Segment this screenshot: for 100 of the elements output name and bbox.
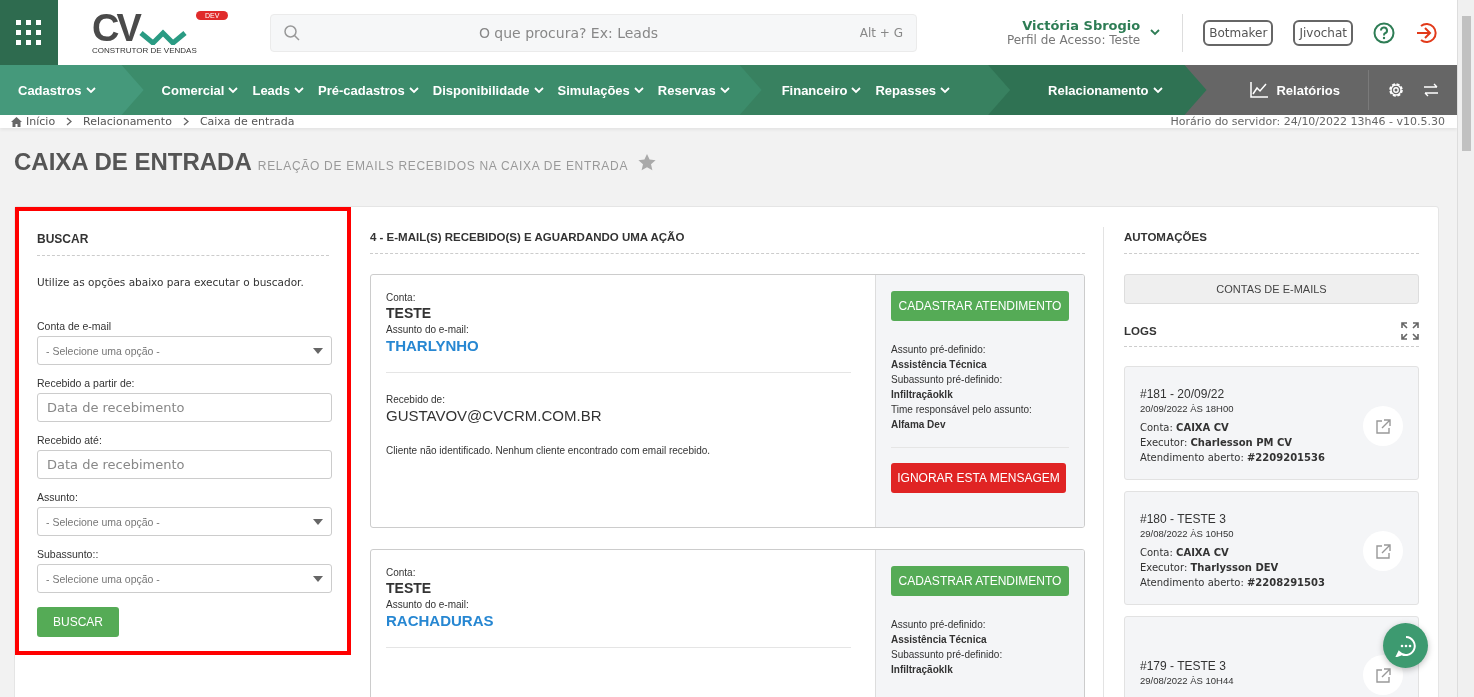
section-title: AUTOMAÇÕES	[1124, 227, 1419, 254]
logout-icon[interactable]	[1415, 21, 1437, 44]
field-label: Recebido a partir de:	[37, 377, 136, 389]
field-label: Recebido de:	[386, 393, 446, 406]
nav-menu-item[interactable]: Simulações	[557, 82, 644, 98]
reports-link[interactable]: Relatórios	[1250, 82, 1368, 98]
external-link-icon	[1375, 543, 1391, 559]
log-detail: Executor: Tharlysson DEV	[1140, 561, 1280, 575]
account-name: TESTE	[386, 304, 433, 323]
menu-grid-icon[interactable]	[16, 19, 42, 46]
chevron-right-icon	[182, 117, 189, 126]
log-date: 29/08/2022 ÀS 10H44	[1140, 673, 1235, 687]
detail-value: Assistência Técnica	[891, 633, 988, 647]
caret-icon	[313, 575, 323, 582]
nav-menu-item[interactable]: Leads	[252, 82, 305, 98]
detail-label: Subassunto pré-definido:	[891, 373, 1004, 387]
date-field[interactable]: Data de recebimento	[37, 450, 332, 479]
chat-service-button[interactable]: Botmaker	[1203, 19, 1274, 46]
home-icon	[11, 116, 22, 127]
nav-menu-item[interactable]: Pré-cadastros	[318, 82, 419, 98]
breadcrumb-link[interactable]: Início	[11, 115, 56, 128]
field-label: Recebido até:	[37, 434, 103, 446]
user-name: Victória Sbrogio	[1022, 18, 1141, 33]
nav-menu-item[interactable]: Disponibilidade	[432, 82, 544, 98]
nav-menu-item[interactable]: Repasses	[875, 82, 951, 98]
email-accounts-button[interactable]: CONTAS DE E-MAILS	[1124, 274, 1419, 304]
field-label: Assunto:	[37, 491, 79, 503]
register-button[interactable]: CADASTRAR ATENDIMENTO	[891, 566, 1069, 596]
field-label: Conta de e-mail	[37, 320, 113, 332]
log-detail: Conta: CAIXA CV	[1140, 546, 1230, 560]
chevron-down-icon	[1150, 29, 1161, 36]
ignore-button[interactable]: IGNORAR ESTA MENSAGEM	[891, 463, 1066, 493]
scrollbar[interactable]	[1457, 0, 1474, 697]
nav-menu-item[interactable]: Reservas	[657, 82, 730, 98]
log-detail: Conta: CAIXA CV	[1140, 421, 1230, 435]
nav-menu-item[interactable]: Cadastros	[18, 82, 96, 98]
breadcrumb-link[interactable]: Caixa de entrada	[199, 115, 295, 128]
server-time: Horário do servidor: 24/10/2022 13h46 - v10.5.30	[1170, 115, 1445, 128]
date-field[interactable]: Data de recebimento	[37, 393, 332, 422]
user-profile: Perfil de Acesso: Teste	[1006, 33, 1141, 47]
swap-arrows-icon[interactable]	[1423, 83, 1439, 97]
log-title: #181 - 20/09/22	[1140, 387, 1226, 402]
detail-label: Assunto pré-definido:	[891, 343, 987, 357]
email-subject: RACHADURAS	[386, 611, 495, 630]
page-title: CAIXA DE ENTRADA	[14, 148, 252, 176]
chevron-down-icon	[294, 86, 305, 94]
chevron-right-icon	[66, 117, 73, 126]
chevron-down-icon	[408, 86, 419, 94]
chevron-down-icon	[633, 86, 644, 94]
open-log-button[interactable]	[1363, 655, 1403, 695]
search-button[interactable]: BUSCAR	[37, 607, 119, 637]
nav-menu-item[interactable]: Financeiro	[781, 82, 862, 98]
search-icon	[284, 24, 300, 41]
logo-text: CV	[92, 10, 139, 45]
field-label: Conta:	[386, 566, 417, 579]
breadcrumb-link[interactable]: Relacionamento	[83, 115, 172, 128]
expand-icon[interactable]	[1401, 322, 1419, 340]
chart-line-icon	[1250, 82, 1269, 98]
detail-value: Alfama Dev	[891, 418, 947, 432]
chevron-down-icon	[940, 86, 951, 94]
log-detail: Atendimento aberto: #2209201536	[1140, 451, 1326, 465]
chat-service-button[interactable]: Jivochat	[1293, 19, 1353, 46]
log-title: #180 - TESTE 3	[1140, 512, 1227, 527]
field-label: Assunto do e-mail:	[386, 323, 470, 336]
chevron-down-icon	[1152, 86, 1163, 94]
help-icon[interactable]	[1373, 21, 1395, 44]
log-detail: Executor: Charlesson PM CV	[1140, 436, 1293, 450]
select-field[interactable]: - Selecione uma opção -	[37, 507, 332, 536]
log-title: #179 - TESTE 3	[1140, 658, 1227, 674]
detail-label: Subassunto pré-definido:	[891, 648, 1004, 662]
log-date: 20/09/2022 ÀS 18H00	[1140, 402, 1235, 415]
register-button[interactable]: CADASTRAR ATENDIMENTO	[891, 291, 1069, 321]
sender-email: GUSTAVOV@CVCRM.COM.BR	[386, 406, 603, 426]
field-label: Conta:	[386, 291, 417, 304]
chat-bubble-icon	[1394, 634, 1417, 657]
select-field[interactable]: - Selecione uma opção -	[37, 564, 332, 593]
email-subject: THARLYNHO	[386, 336, 480, 355]
nav-menu-item[interactable]: Relacionamento	[1048, 82, 1163, 98]
select-field[interactable]: - Selecione uma opção -	[37, 336, 332, 365]
external-link-icon	[1375, 667, 1391, 683]
logo-tagline: CONSTRUTOR DE VENDAS	[92, 45, 197, 55]
detail-label: Time responsável pelo assunto:	[891, 403, 1033, 417]
nav-menu-item[interactable]: Comercial	[161, 82, 239, 98]
account-name: TESTE	[386, 579, 433, 598]
shortcut-hint: Alt + G	[859, 25, 903, 40]
star-icon[interactable]	[638, 153, 657, 171]
search-hint: Utilize as opções abaixo para executar o buscador.	[37, 276, 305, 288]
caret-icon	[313, 347, 323, 354]
caret-icon	[313, 518, 323, 525]
field-label: Assunto do e-mail:	[386, 598, 470, 611]
client-note: Cliente não identificado. Nenhum cliente encontrado com email recebido.	[386, 444, 712, 457]
settings-icon[interactable]	[1387, 81, 1405, 99]
detail-value: Assistência Técnica	[891, 358, 988, 372]
detail-label: Assunto pré-definido:	[891, 618, 987, 632]
detail-value: Infiltraçãoklk	[891, 663, 954, 677]
panel-title: BUSCAR	[37, 229, 329, 256]
chevron-down-icon	[228, 86, 239, 94]
chevron-down-icon	[851, 86, 862, 94]
detail-value: Infiltraçãoklk	[891, 388, 954, 402]
field-label: Subassunto::	[37, 548, 100, 560]
